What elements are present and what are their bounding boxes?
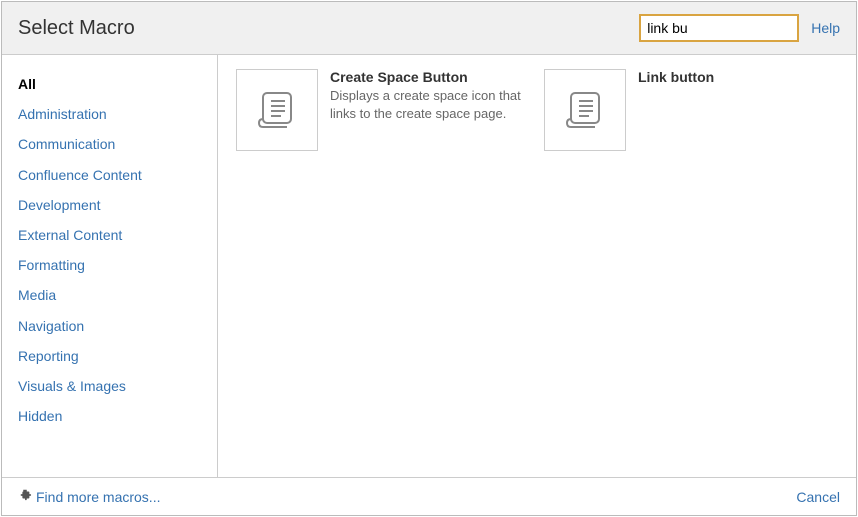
sidebar-item-communication[interactable]: Communication xyxy=(18,129,217,159)
sidebar-item-formatting[interactable]: Formatting xyxy=(18,250,217,280)
sidebar-item-reporting[interactable]: Reporting xyxy=(18,341,217,371)
macro-icon-box xyxy=(236,69,318,151)
macro-text: Create Space Button Displays a create sp… xyxy=(330,69,526,151)
select-macro-dialog: Select Macro Help All Administration Com… xyxy=(1,1,857,516)
scroll-icon xyxy=(561,85,609,136)
scroll-icon xyxy=(253,85,301,136)
sidebar-item-external-content[interactable]: External Content xyxy=(18,220,217,250)
sidebar-item-visuals-images[interactable]: Visuals & Images xyxy=(18,371,217,401)
find-more-macros-link[interactable]: Find more macros... xyxy=(18,488,160,505)
dialog-title: Select Macro xyxy=(18,17,135,40)
find-more-label: Find more macros... xyxy=(36,489,160,505)
macro-card-link-button[interactable]: Link button xyxy=(544,69,834,151)
dialog-body: All Administration Communication Conflue… xyxy=(2,55,856,477)
sidebar-item-hidden[interactable]: Hidden xyxy=(18,401,217,431)
sidebar-item-navigation[interactable]: Navigation xyxy=(18,311,217,341)
sidebar-item-administration[interactable]: Administration xyxy=(18,99,217,129)
header-right: Help xyxy=(639,14,840,42)
plugin-icon xyxy=(18,488,32,505)
sidebar-item-media[interactable]: Media xyxy=(18,280,217,310)
help-link[interactable]: Help xyxy=(811,20,840,36)
sidebar-item-development[interactable]: Development xyxy=(18,190,217,220)
macro-icon-box xyxy=(544,69,626,151)
category-sidebar: All Administration Communication Conflue… xyxy=(2,55,218,477)
search-input[interactable] xyxy=(639,14,799,42)
macro-title: Link button xyxy=(638,69,714,85)
cancel-link[interactable]: Cancel xyxy=(796,489,840,505)
dialog-footer: Find more macros... Cancel xyxy=(2,477,856,515)
macro-title: Create Space Button xyxy=(330,69,526,85)
dialog-header: Select Macro Help xyxy=(2,2,856,55)
macro-list: Create Space Button Displays a create sp… xyxy=(218,55,856,477)
macro-text: Link button xyxy=(638,69,714,151)
macro-description: Displays a create space icon that links … xyxy=(330,87,526,122)
sidebar-item-all[interactable]: All xyxy=(18,69,217,99)
macro-card-create-space-button[interactable]: Create Space Button Displays a create sp… xyxy=(236,69,526,151)
sidebar-item-confluence-content[interactable]: Confluence Content xyxy=(18,160,217,190)
